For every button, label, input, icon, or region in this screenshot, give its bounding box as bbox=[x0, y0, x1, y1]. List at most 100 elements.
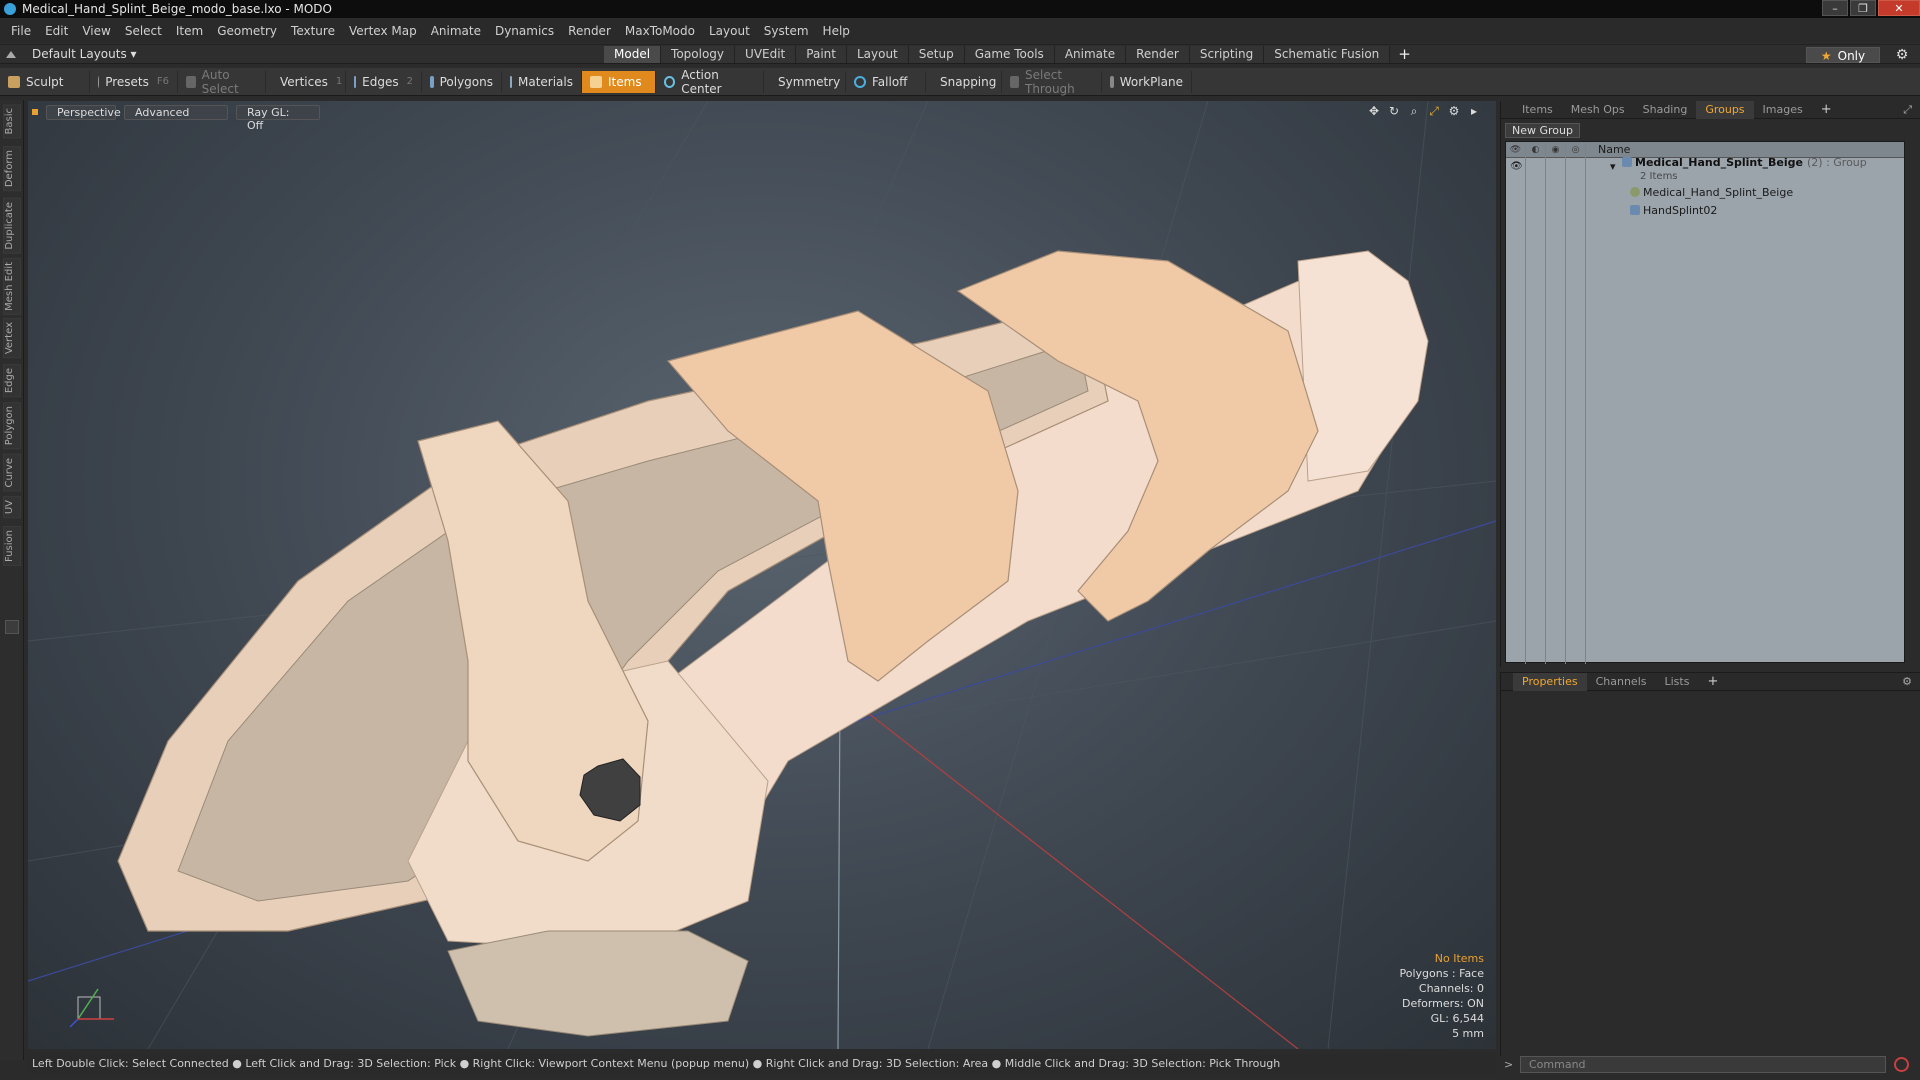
tab-scripting[interactable]: Scripting bbox=[1189, 46, 1265, 63]
menu-animate[interactable]: Animate bbox=[424, 24, 488, 38]
viewport-menu-icon[interactable] bbox=[32, 109, 38, 115]
menu-layout[interactable]: Layout bbox=[702, 24, 757, 38]
group-collapse-icon[interactable]: ▾ bbox=[1610, 158, 1616, 176]
sculpt-button[interactable]: Sculpt bbox=[0, 70, 90, 93]
tab-paint[interactable]: Paint bbox=[796, 46, 847, 63]
tab-schematic-fusion[interactable]: Schematic Fusion bbox=[1264, 46, 1391, 63]
tab-properties[interactable]: Properties bbox=[1513, 672, 1587, 691]
menu-maxtomodo[interactable]: MaxToModo bbox=[618, 24, 702, 38]
vertices-label: Vertices bbox=[280, 74, 328, 89]
expand-arrow-icon[interactable]: ▸ bbox=[1466, 104, 1482, 118]
tab-model[interactable]: Model bbox=[604, 46, 662, 63]
new-group-button[interactable]: New Group bbox=[1505, 123, 1580, 138]
tab-game-tools[interactable]: Game Tools bbox=[964, 46, 1055, 63]
symmetry-button[interactable]: Symmetry bbox=[764, 70, 846, 93]
group-child-row[interactable]: HandSplint02 bbox=[1506, 202, 1904, 220]
tab-channels[interactable]: Channels bbox=[1587, 673, 1656, 691]
move-view-icon[interactable]: ✥ bbox=[1366, 104, 1382, 118]
vtab-vertex[interactable]: Vertex bbox=[3, 318, 21, 359]
items-button[interactable]: Items bbox=[582, 70, 656, 93]
group-child-label: Medical_Hand_Splint_Beige bbox=[1643, 186, 1794, 199]
group-visibility-toggle[interactable]: 👁 bbox=[1510, 158, 1523, 176]
menu-item[interactable]: Item bbox=[169, 24, 210, 38]
tab-shading[interactable]: Shading bbox=[1634, 101, 1697, 119]
polygons-button[interactable]: Polygons bbox=[422, 70, 502, 93]
menu-system[interactable]: System bbox=[757, 24, 816, 38]
vtab-edge[interactable]: Edge bbox=[3, 364, 21, 398]
action-center-button[interactable]: Action Center bbox=[656, 68, 764, 96]
tab-items[interactable]: Items bbox=[1513, 101, 1562, 119]
raygl-dropdown[interactable]: Ray GL: Off bbox=[236, 104, 320, 132]
presets-button[interactable]: Presets F6 bbox=[90, 70, 178, 93]
menu-view[interactable]: View bbox=[75, 24, 117, 38]
title-bar: Medical_Hand_Splint_Beige_modo_base.lxo … bbox=[0, 0, 1920, 18]
gear-icon[interactable]: ⚙ bbox=[1894, 47, 1910, 63]
left-panel-toggle[interactable] bbox=[5, 620, 19, 634]
menu-texture[interactable]: Texture bbox=[284, 24, 342, 38]
menu-render[interactable]: Render bbox=[561, 24, 618, 38]
tab-uvedit[interactable]: UVEdit bbox=[735, 46, 797, 63]
child-2-wrap: HandSplint02 bbox=[1630, 202, 1717, 220]
tab-setup[interactable]: Setup bbox=[908, 46, 965, 63]
group-child-row[interactable]: Medical_Hand_Splint_Beige bbox=[1506, 184, 1904, 202]
tab-topology[interactable]: Topology bbox=[661, 46, 736, 63]
minimize-button[interactable]: – bbox=[1822, 0, 1848, 16]
only-button[interactable]: ★ Only bbox=[1806, 47, 1880, 63]
vtab-duplicate[interactable]: Duplicate bbox=[3, 198, 21, 254]
no-items-text: No Items bbox=[1434, 952, 1484, 965]
tab-groups[interactable]: Groups bbox=[1696, 100, 1754, 119]
default-layouts-dropdown[interactable]: Default Layouts ▾ bbox=[6, 47, 137, 61]
vertices-button[interactable]: Vertices 1 bbox=[266, 70, 346, 93]
menu-vertex-map[interactable]: Vertex Map bbox=[342, 24, 424, 38]
tab-animate[interactable]: Animate bbox=[1054, 46, 1127, 63]
command-input[interactable]: Command bbox=[1520, 1056, 1886, 1073]
falloff-button[interactable]: Falloff bbox=[846, 70, 926, 93]
group-row[interactable]: 👁 ▾ Medical_Hand_Splint_Beige (2) : Group… bbox=[1506, 156, 1904, 184]
advanced-dropdown[interactable]: Advanced bbox=[124, 104, 228, 120]
rotate-view-icon[interactable]: ↻ bbox=[1386, 104, 1402, 118]
menu-edit[interactable]: Edit bbox=[38, 24, 75, 38]
close-button[interactable]: ✕ bbox=[1878, 0, 1920, 16]
tab-mesh-ops[interactable]: Mesh Ops bbox=[1562, 101, 1634, 119]
menu-file[interactable]: File bbox=[4, 24, 38, 38]
menu-geometry[interactable]: Geometry bbox=[210, 24, 284, 38]
fit-view-icon[interactable]: ⤢ bbox=[1426, 104, 1442, 118]
properties-settings-icon[interactable]: ⚙ bbox=[1902, 675, 1912, 688]
auto-select-button[interactable]: Auto Select bbox=[178, 68, 266, 96]
maximize-button[interactable]: ❐ bbox=[1850, 0, 1876, 16]
expand-up-icon[interactable] bbox=[6, 50, 16, 58]
tab-images[interactable]: Images bbox=[1754, 101, 1812, 119]
tab-render[interactable]: Render bbox=[1126, 46, 1190, 63]
add-panel-tab-button[interactable]: + bbox=[1812, 101, 1841, 119]
tab-lists[interactable]: Lists bbox=[1656, 673, 1699, 691]
select-through-icon bbox=[1010, 75, 1019, 88]
vtab-uv[interactable]: UV bbox=[3, 496, 21, 519]
vtab-deform[interactable]: Deform bbox=[3, 146, 21, 192]
menu-select[interactable]: Select bbox=[118, 24, 169, 38]
snapping-button[interactable]: Snapping bbox=[926, 70, 1002, 93]
edges-button[interactable]: Edges 2 bbox=[346, 70, 422, 93]
stop-icon[interactable] bbox=[1894, 1057, 1909, 1072]
panel-expand-icon[interactable]: ⤢ bbox=[1903, 103, 1912, 117]
vtab-polygon[interactable]: Polygon bbox=[3, 402, 21, 450]
star-icon: ★ bbox=[1820, 49, 1832, 63]
menu-dynamics[interactable]: Dynamics bbox=[488, 24, 561, 38]
viewport-settings-icon[interactable]: ⚙ bbox=[1446, 104, 1462, 118]
workplane-button[interactable]: WorkPlane bbox=[1102, 70, 1192, 93]
vtab-basic[interactable]: Basic bbox=[3, 104, 21, 139]
menu-help[interactable]: Help bbox=[816, 24, 857, 38]
viewport-info-overlay: No Items Polygons : Face Channels: 0 Def… bbox=[1399, 951, 1484, 1041]
add-tab-button[interactable]: + bbox=[1390, 46, 1419, 63]
layout-bar: Default Layouts ▾ Model Topology UVEdit … bbox=[0, 44, 1920, 64]
3d-viewport[interactable]: Perspective Advanced Ray GL: Off ✥ ↻ ⌕ ⤢… bbox=[28, 101, 1496, 1049]
select-through-button[interactable]: Select Through bbox=[1002, 68, 1102, 96]
vtab-fusion[interactable]: Fusion bbox=[3, 526, 21, 566]
zoom-icon[interactable]: ⌕ bbox=[1406, 104, 1422, 118]
materials-button[interactable]: Materials bbox=[502, 70, 582, 93]
vtab-curve[interactable]: Curve bbox=[3, 454, 21, 492]
vtab-mesh-edit[interactable]: Mesh Edit bbox=[3, 258, 21, 315]
add-properties-tab-button[interactable]: + bbox=[1698, 673, 1727, 691]
y-axis-line bbox=[837, 690, 841, 1049]
perspective-dropdown[interactable]: Perspective bbox=[46, 104, 121, 120]
tab-layout[interactable]: Layout bbox=[846, 46, 909, 63]
